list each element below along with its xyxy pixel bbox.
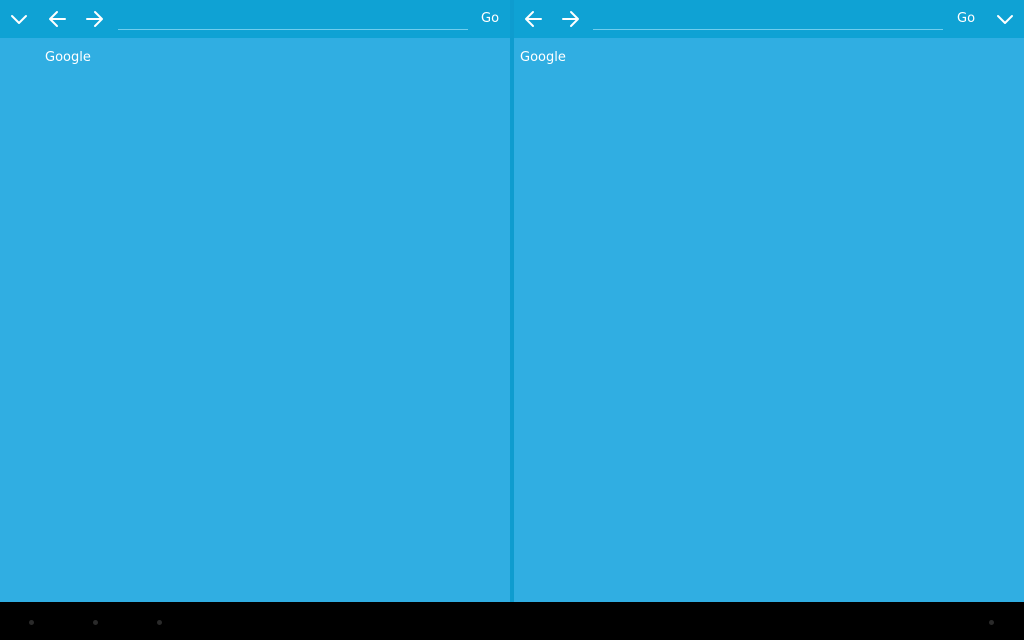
nav-menu-button[interactable] [989, 620, 994, 625]
arrow-right-icon[interactable] [85, 9, 105, 29]
nav-back-button[interactable] [29, 620, 34, 625]
arrow-left-icon[interactable] [47, 9, 67, 29]
chevron-down-icon[interactable] [9, 9, 29, 29]
right-google-link[interactable]: Google [520, 50, 566, 65]
right-go-button[interactable]: Go [957, 11, 975, 26]
right-toolbar: Go [514, 0, 1024, 38]
system-navigation-bar [0, 602, 1024, 640]
left-google-link[interactable]: Google [45, 50, 91, 65]
chevron-down-icon[interactable] [995, 9, 1015, 29]
left-go-button[interactable]: Go [481, 11, 499, 26]
nav-recent-apps-button[interactable] [157, 620, 162, 625]
nav-home-button[interactable] [93, 620, 98, 625]
arrow-left-icon[interactable] [523, 9, 543, 29]
left-browser-pane: Go Google [0, 0, 510, 602]
right-url-input[interactable] [593, 6, 943, 30]
screen: Go Google Go Google [0, 0, 1024, 640]
split-browser: Go Google Go Google [0, 0, 1024, 602]
left-url-input[interactable] [118, 6, 468, 30]
left-toolbar: Go [0, 0, 510, 38]
arrow-right-icon[interactable] [561, 9, 581, 29]
right-browser-pane: Go Google [514, 0, 1024, 602]
